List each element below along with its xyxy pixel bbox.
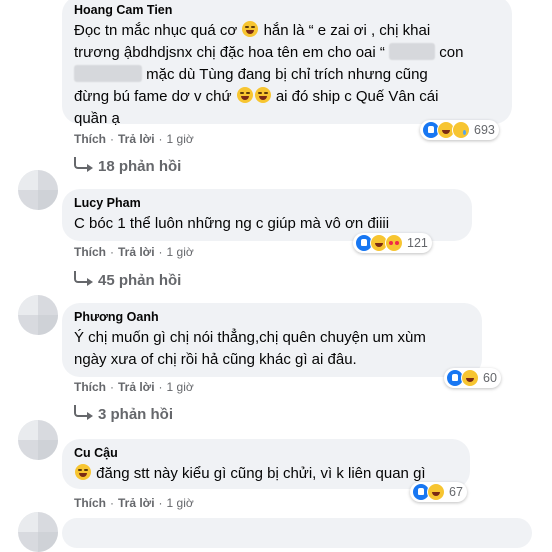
- comment-bubble: Phương Oanh Ý chị muốn gì chị nói thẳng,…: [62, 303, 482, 377]
- reply-arrow-icon: [74, 271, 93, 286]
- reply-button[interactable]: Trả lời: [118, 380, 155, 394]
- avatar[interactable]: [18, 512, 58, 552]
- comment-actions: Thích · Trả lời · 1 giờ: [74, 496, 194, 510]
- comment-time[interactable]: 1 giờ: [167, 132, 194, 146]
- reaction-count: 60: [483, 371, 497, 385]
- comment-text: đăng stt này kiểu gì cũng bị chửi, vì k …: [74, 463, 458, 485]
- haha-reaction-icon: [461, 369, 479, 387]
- reply-button[interactable]: Trả lời: [118, 132, 155, 146]
- redacted-text: [74, 65, 142, 82]
- reaction-count: 67: [449, 485, 463, 499]
- rolling-laughing-emoji-icon: [75, 464, 91, 480]
- reaction-count: 121: [407, 236, 428, 250]
- comment-time[interactable]: 1 giờ: [167, 496, 194, 510]
- comment-time[interactable]: 1 giờ: [167, 380, 194, 394]
- avatar[interactable]: [18, 170, 58, 210]
- comment-actions: Thích · Trả lời · 1 giờ: [74, 245, 194, 259]
- like-button[interactable]: Thích: [74, 496, 106, 510]
- comment-bubble: Hoang Cam Tien Đọc tn mắc nhục quá cơ hắ…: [62, 0, 512, 127]
- comment-text: Đọc tn mắc nhục quá cơ hắn là “ e zai ơi…: [74, 21, 464, 127]
- laughing-emoji-icon: [242, 21, 259, 37]
- laughing-emoji-icon: [236, 87, 253, 103]
- sad-reaction-icon: [452, 121, 470, 139]
- like-button[interactable]: Thích: [74, 245, 106, 259]
- comment-author[interactable]: Cu Cậu: [74, 445, 458, 461]
- reaction-summary[interactable]: 121: [353, 233, 432, 253]
- comment-author[interactable]: Phương Oanh: [74, 309, 470, 325]
- comment-bubble: Cu Cậu đăng stt này kiểu gì cũng bị chửi…: [62, 439, 470, 489]
- view-replies-button[interactable]: 45 phản hồi: [74, 270, 181, 290]
- reply-button[interactable]: Trả lời: [118, 245, 155, 259]
- reaction-count: 693: [474, 123, 495, 137]
- reaction-summary[interactable]: 67: [410, 482, 467, 502]
- reply-arrow-icon: [74, 405, 93, 420]
- comment-author[interactable]: Lucy Pham: [74, 195, 460, 211]
- comment-actions: Thích · Trả lời · 1 giờ: [74, 380, 194, 394]
- avatar[interactable]: [18, 295, 58, 335]
- laughing-emoji-icon: [254, 87, 271, 103]
- like-button[interactable]: Thích: [74, 132, 106, 146]
- reaction-summary[interactable]: 60: [444, 368, 501, 388]
- redacted-text: [389, 43, 436, 60]
- view-replies-button[interactable]: 18 phản hồi: [74, 156, 181, 176]
- view-replies-button[interactable]: 3 phản hồi: [74, 404, 173, 424]
- love-reaction-icon: [385, 234, 403, 252]
- reply-arrow-icon: [74, 157, 93, 172]
- comment-author[interactable]: Hoang Cam Tien: [74, 2, 500, 18]
- avatar[interactable]: [18, 420, 58, 460]
- reaction-summary[interactable]: 693: [420, 120, 499, 140]
- like-button[interactable]: Thích: [74, 380, 106, 394]
- comment-text: Ý chị muốn gì chị nói thẳng,chị quên chu…: [74, 329, 426, 368]
- reply-button[interactable]: Trả lời: [118, 496, 155, 510]
- haha-reaction-icon: [427, 483, 445, 501]
- comment-text: C bóc 1 thể luôn những ng c giúp mà vô ơ…: [74, 215, 390, 232]
- comment-time[interactable]: 1 giờ: [167, 245, 194, 259]
- comment-bubble: [62, 518, 532, 548]
- comment-actions: Thích · Trả lời · 1 giờ: [74, 132, 194, 146]
